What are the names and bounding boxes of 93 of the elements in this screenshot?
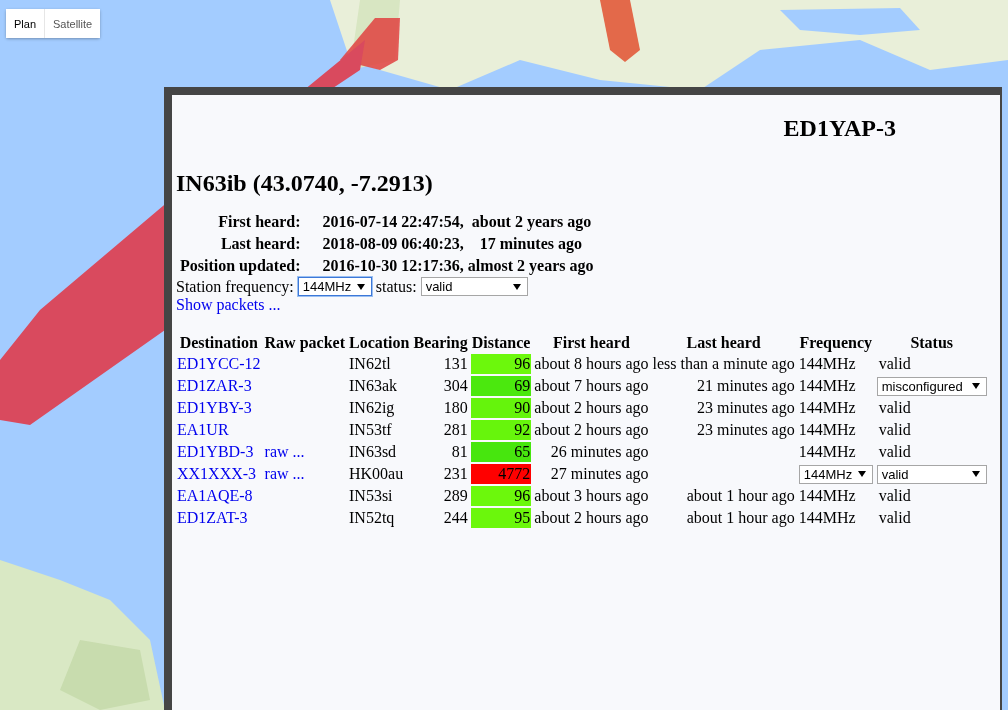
table-cell: 289 bbox=[443, 487, 468, 504]
destination-link[interactable]: EA1UR bbox=[177, 421, 229, 438]
distance-cell: 96 bbox=[470, 354, 532, 374]
table-cell: IN63ak bbox=[349, 377, 397, 394]
table-cell-text: valid bbox=[877, 443, 911, 460]
raw-packet-link[interactable]: raw ... bbox=[264, 465, 305, 482]
distance-cell: 69 bbox=[470, 376, 532, 396]
table-cell: about 2 hours ago bbox=[534, 421, 649, 438]
distance-cell: 92 bbox=[470, 420, 532, 440]
table-cell-text: valid bbox=[877, 399, 911, 416]
destination-link[interactable]: ED1YBD-3 bbox=[177, 443, 254, 460]
distance-cell: 65 bbox=[470, 442, 532, 462]
table-cell: 144MHz bbox=[798, 487, 856, 504]
table-cell: IN52tq bbox=[349, 509, 395, 526]
table-cell-text: valid bbox=[877, 487, 911, 504]
table-cell: about 1 hour ago bbox=[686, 487, 795, 504]
status-select[interactable]: valid bbox=[420, 277, 528, 296]
table-cell: 81 bbox=[451, 443, 468, 460]
column-header: Destination bbox=[178, 334, 259, 352]
destination-link[interactable]: ED1YCC-12 bbox=[177, 355, 261, 372]
column-header: Frequency bbox=[798, 334, 873, 352]
column-header: Raw packet bbox=[263, 334, 346, 352]
column-header: First heard bbox=[552, 334, 631, 352]
destination-link[interactable]: EA1AQE-8 bbox=[177, 487, 253, 504]
table-cell: 244 bbox=[443, 509, 468, 526]
destination-link[interactable]: XX1XXX-3 bbox=[177, 465, 257, 482]
status-label: status: bbox=[375, 277, 417, 296]
table-cell-text: valid bbox=[877, 509, 911, 526]
frequency-select[interactable]: 144MHz bbox=[297, 277, 372, 296]
show-packets-link[interactable]: Show packets ... bbox=[176, 296, 281, 313]
map-type-button[interactable]: Satellite bbox=[45, 9, 101, 38]
destination-link[interactable]: ED1YBY-3 bbox=[177, 399, 252, 416]
column-header: Status bbox=[909, 334, 955, 352]
table-cell: 180 bbox=[443, 399, 468, 416]
raw-packet-link[interactable]: raw ... bbox=[264, 443, 305, 460]
distance-cell: 96 bbox=[470, 486, 532, 506]
status-select[interactable]: misconfigured bbox=[876, 376, 987, 396]
table-cell: 231 bbox=[443, 465, 468, 482]
destination-link[interactable]: ED1ZAT-3 bbox=[177, 509, 248, 526]
info-label: First heard: bbox=[217, 212, 302, 232]
status-select[interactable]: valid bbox=[876, 464, 987, 484]
table-cell: 23 minutes ago bbox=[696, 399, 795, 416]
caret-icon bbox=[357, 283, 366, 290]
table-cell: IN62ig bbox=[349, 399, 395, 416]
destination-link[interactable]: ED1ZAR-3 bbox=[177, 377, 252, 394]
table-cell-text: valid bbox=[877, 355, 911, 372]
column-header: Bearing bbox=[412, 334, 469, 352]
info-value: 2016-10-30 12:17:36, almost 2 years ago bbox=[321, 256, 595, 277]
frequency-select[interactable]: 144MHz bbox=[798, 464, 873, 484]
table-cell: less than a minute ago bbox=[652, 355, 795, 372]
table-cell: 281 bbox=[443, 421, 468, 438]
table-cell: 21 minutes ago bbox=[696, 377, 795, 394]
table-cell: HK00au bbox=[349, 465, 404, 482]
table-cell: 144MHz bbox=[798, 399, 856, 416]
table-cell: 304 bbox=[443, 377, 468, 394]
table-cell: about 8 hours ago bbox=[534, 355, 649, 372]
info-label: Position updated: bbox=[179, 256, 302, 277]
table-cell: 144MHz bbox=[798, 443, 856, 460]
station-heading: IN63ib (43.0740, -7.2913) bbox=[176, 170, 434, 197]
table-cell: 144MHz bbox=[798, 377, 856, 394]
column-header: Last heard bbox=[685, 334, 762, 352]
caret-icon bbox=[971, 383, 980, 389]
info-value: 2016-07-14 22:47:54, about 2 years ago bbox=[321, 212, 593, 233]
table-cell: about 2 hours ago bbox=[534, 509, 649, 526]
distance-cell: 95 bbox=[470, 508, 532, 528]
caret-icon bbox=[858, 471, 867, 477]
table-cell: 144MHz bbox=[798, 355, 856, 372]
table-cell: 26 minutes ago bbox=[550, 443, 649, 460]
table-cell-text: valid bbox=[877, 421, 911, 438]
table-cell: about 1 hour ago bbox=[686, 509, 795, 526]
table-cell: about 7 hours ago bbox=[534, 377, 649, 394]
distance-cell: 90 bbox=[470, 398, 532, 418]
info-value: 2018-08-09 06:40:23, 17 minutes ago bbox=[321, 234, 583, 255]
table-cell: 144MHz bbox=[798, 421, 856, 438]
distance-cell: 4772 bbox=[470, 464, 532, 484]
station-callsign: ED1YAP-3 bbox=[782, 115, 897, 142]
caret-icon bbox=[971, 471, 980, 477]
caret-icon bbox=[512, 283, 521, 290]
table-cell: 144MHz bbox=[798, 509, 856, 526]
table-cell: 27 minutes ago bbox=[550, 465, 649, 482]
table-cell: about 3 hours ago bbox=[534, 487, 649, 504]
table-cell: 23 minutes ago bbox=[696, 421, 795, 438]
table-cell: IN53tf bbox=[349, 421, 392, 438]
table-cell: IN53si bbox=[349, 487, 393, 504]
column-header: Distance bbox=[470, 334, 532, 352]
table-cell: 131 bbox=[443, 355, 468, 372]
table-cell: IN62tl bbox=[349, 355, 391, 372]
column-header: Location bbox=[348, 334, 411, 352]
table-cell: IN63sd bbox=[349, 443, 397, 460]
table-cell: about 2 hours ago bbox=[534, 399, 649, 416]
info-label: Last heard: bbox=[219, 234, 302, 254]
frequency-label: Station frequency: bbox=[176, 277, 294, 296]
map-type-button[interactable]: Plan bbox=[6, 9, 46, 38]
